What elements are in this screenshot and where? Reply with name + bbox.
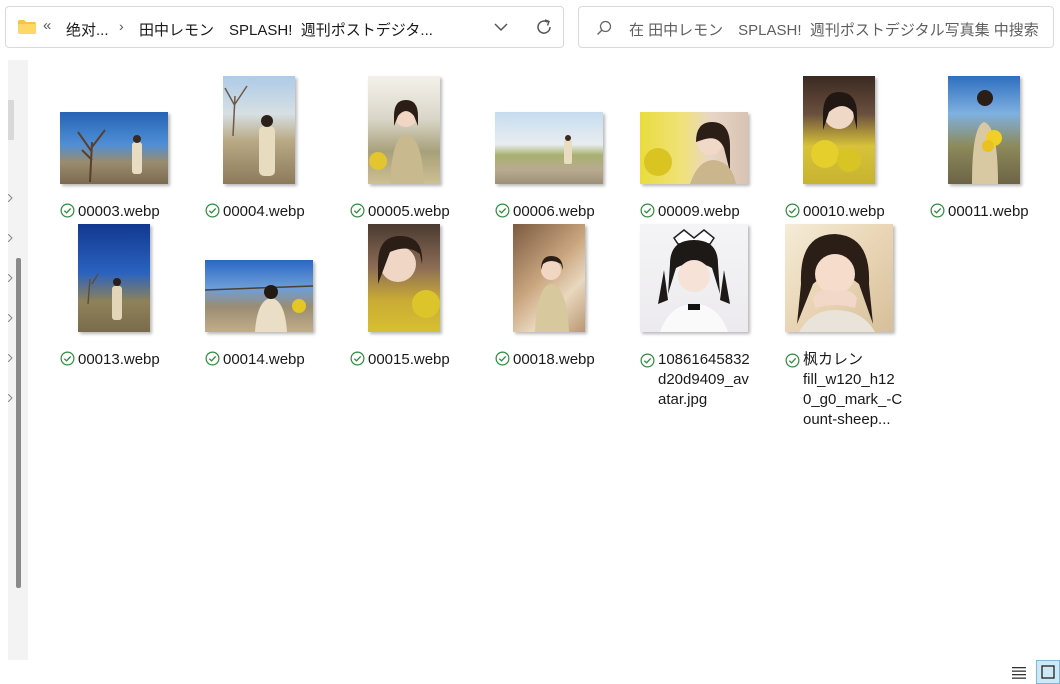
details-view-icon[interactable] [1010,664,1028,680]
check-circle-icon [785,353,800,368]
image-thumbnail [513,224,585,332]
navigation-pane[interactable] [8,60,28,660]
file-name[interactable]: 00011.webp [930,202,1060,222]
expand-arrow-icon[interactable] [8,394,13,402]
search-icon [597,20,612,35]
image-thumbnail [948,76,1020,184]
image-thumbnail [78,224,150,332]
thumbnail-frame [640,216,760,334]
check-circle-icon [350,351,365,366]
image-thumbnail [803,76,875,184]
thumbnail-frame [205,216,325,334]
file-view: 00003.webp 00004.webp 00005.webp 00006.w… [40,60,1060,660]
expand-arrow-icon[interactable] [8,274,13,282]
image-thumbnail [368,224,440,332]
check-circle-icon [205,351,220,366]
check-circle-icon [495,351,510,366]
navigation-selected-item[interactable] [8,100,14,140]
thumbnail-frame [785,216,905,334]
file-name[interactable]: 10861645832 d20d9409_av atar.jpg [640,350,780,410]
image-thumbnail [205,260,313,332]
image-thumbnail [60,112,168,184]
file-name[interactable]: 00018.webp [495,350,635,370]
file-name[interactable]: 00013.webp [60,350,200,370]
thumbnail-frame [205,68,325,186]
image-thumbnail [495,112,603,184]
thumbnail-frame [785,68,905,186]
breadcrumb-parent[interactable]: 绝对... [66,19,109,40]
thumbnail-frame [350,216,470,334]
image-thumbnail [640,224,748,332]
thumbnail-frame [495,216,615,334]
thumbnail-frame [60,216,180,334]
file-name[interactable]: 00015.webp [350,350,490,370]
large-icons-view-button[interactable] [1036,660,1060,684]
folder-icon [18,20,36,34]
thumbnail-frame [495,68,615,186]
check-circle-icon [640,353,655,368]
address-bar[interactable]: « 绝对... › 田中レモン SPLASH! 週刊ポストデジタ... [5,6,564,48]
breadcrumb-current[interactable]: 田中レモン SPLASH! 週刊ポストデジタ... [139,19,433,40]
title-bar: « 绝对... › 田中レモン SPLASH! 週刊ポストデジタ... 在 田中… [0,0,1060,56]
image-thumbnail [640,112,748,184]
search-placeholder: 在 田中レモン SPLASH! 週刊ポストデジタル写真集 中搜索 [629,22,1039,39]
image-thumbnail [785,224,893,332]
thumbnail-frame [60,68,180,186]
file-name[interactable]: 枫カレン fill_w120_h12 0_g0_mark_-C ount-she… [785,350,925,430]
thumbnail-frame [930,68,1050,186]
image-thumbnail [368,76,440,184]
expand-arrow-icon[interactable] [8,234,13,242]
check-circle-icon [930,203,945,218]
thumbnail-frame [640,68,760,186]
navigation-scrollbar[interactable] [16,258,21,588]
refresh-icon[interactable] [534,17,554,37]
check-circle-icon [60,351,75,366]
overflow-chevron[interactable]: « [43,17,51,34]
thumbnail-frame [350,68,470,186]
image-thumbnail [223,76,295,184]
chevron-down-icon[interactable] [492,20,510,34]
large-icons-view-icon [1041,665,1055,679]
expand-arrow-icon[interactable] [8,354,13,362]
file-name[interactable]: 00014.webp [205,350,345,370]
expand-arrow-icon[interactable] [8,194,13,202]
breadcrumb-separator[interactable]: › [119,18,124,34]
expand-arrow-icon[interactable] [8,314,13,322]
search-box[interactable]: 在 田中レモン SPLASH! 週刊ポストデジタル写真集 中搜索 [578,6,1054,48]
